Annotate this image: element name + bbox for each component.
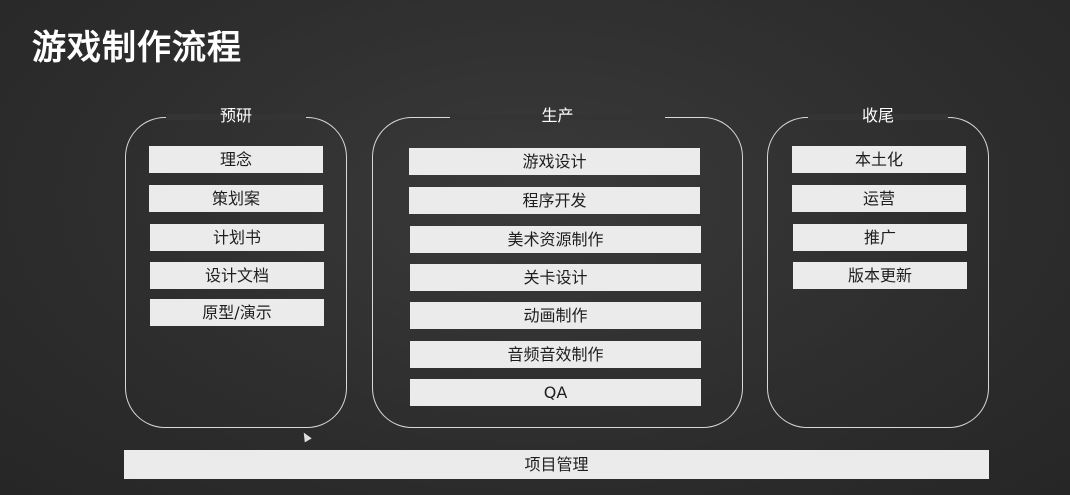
step-box: 本土化 <box>792 146 966 173</box>
step-box: QA <box>410 379 701 406</box>
step-box: 游戏设计 <box>409 148 700 175</box>
page-title: 游戏制作流程 <box>32 28 242 68</box>
mouse-cursor-icon <box>300 430 312 443</box>
group-title: 生产 <box>541 106 574 125</box>
step-box: 音频音效制作 <box>410 341 701 368</box>
step-box: 版本更新 <box>793 262 967 289</box>
step-box: 关卡设计 <box>410 264 701 291</box>
group-title: 收尾 <box>861 106 894 125</box>
step-box: 原型/演示 <box>150 299 324 326</box>
project-management-bar: 项目管理 <box>124 450 989 479</box>
step-box: 策划案 <box>149 185 323 212</box>
step-box: 计划书 <box>150 224 324 251</box>
step-box: 设计文档 <box>150 262 324 289</box>
group-title: 预研 <box>219 106 252 125</box>
step-box: 运营 <box>792 185 966 212</box>
step-box: 理念 <box>149 146 323 173</box>
step-box: 推广 <box>793 224 967 251</box>
step-box: 程序开发 <box>409 187 700 214</box>
step-box: 美术资源制作 <box>410 226 701 253</box>
step-box: 动画制作 <box>410 302 701 329</box>
